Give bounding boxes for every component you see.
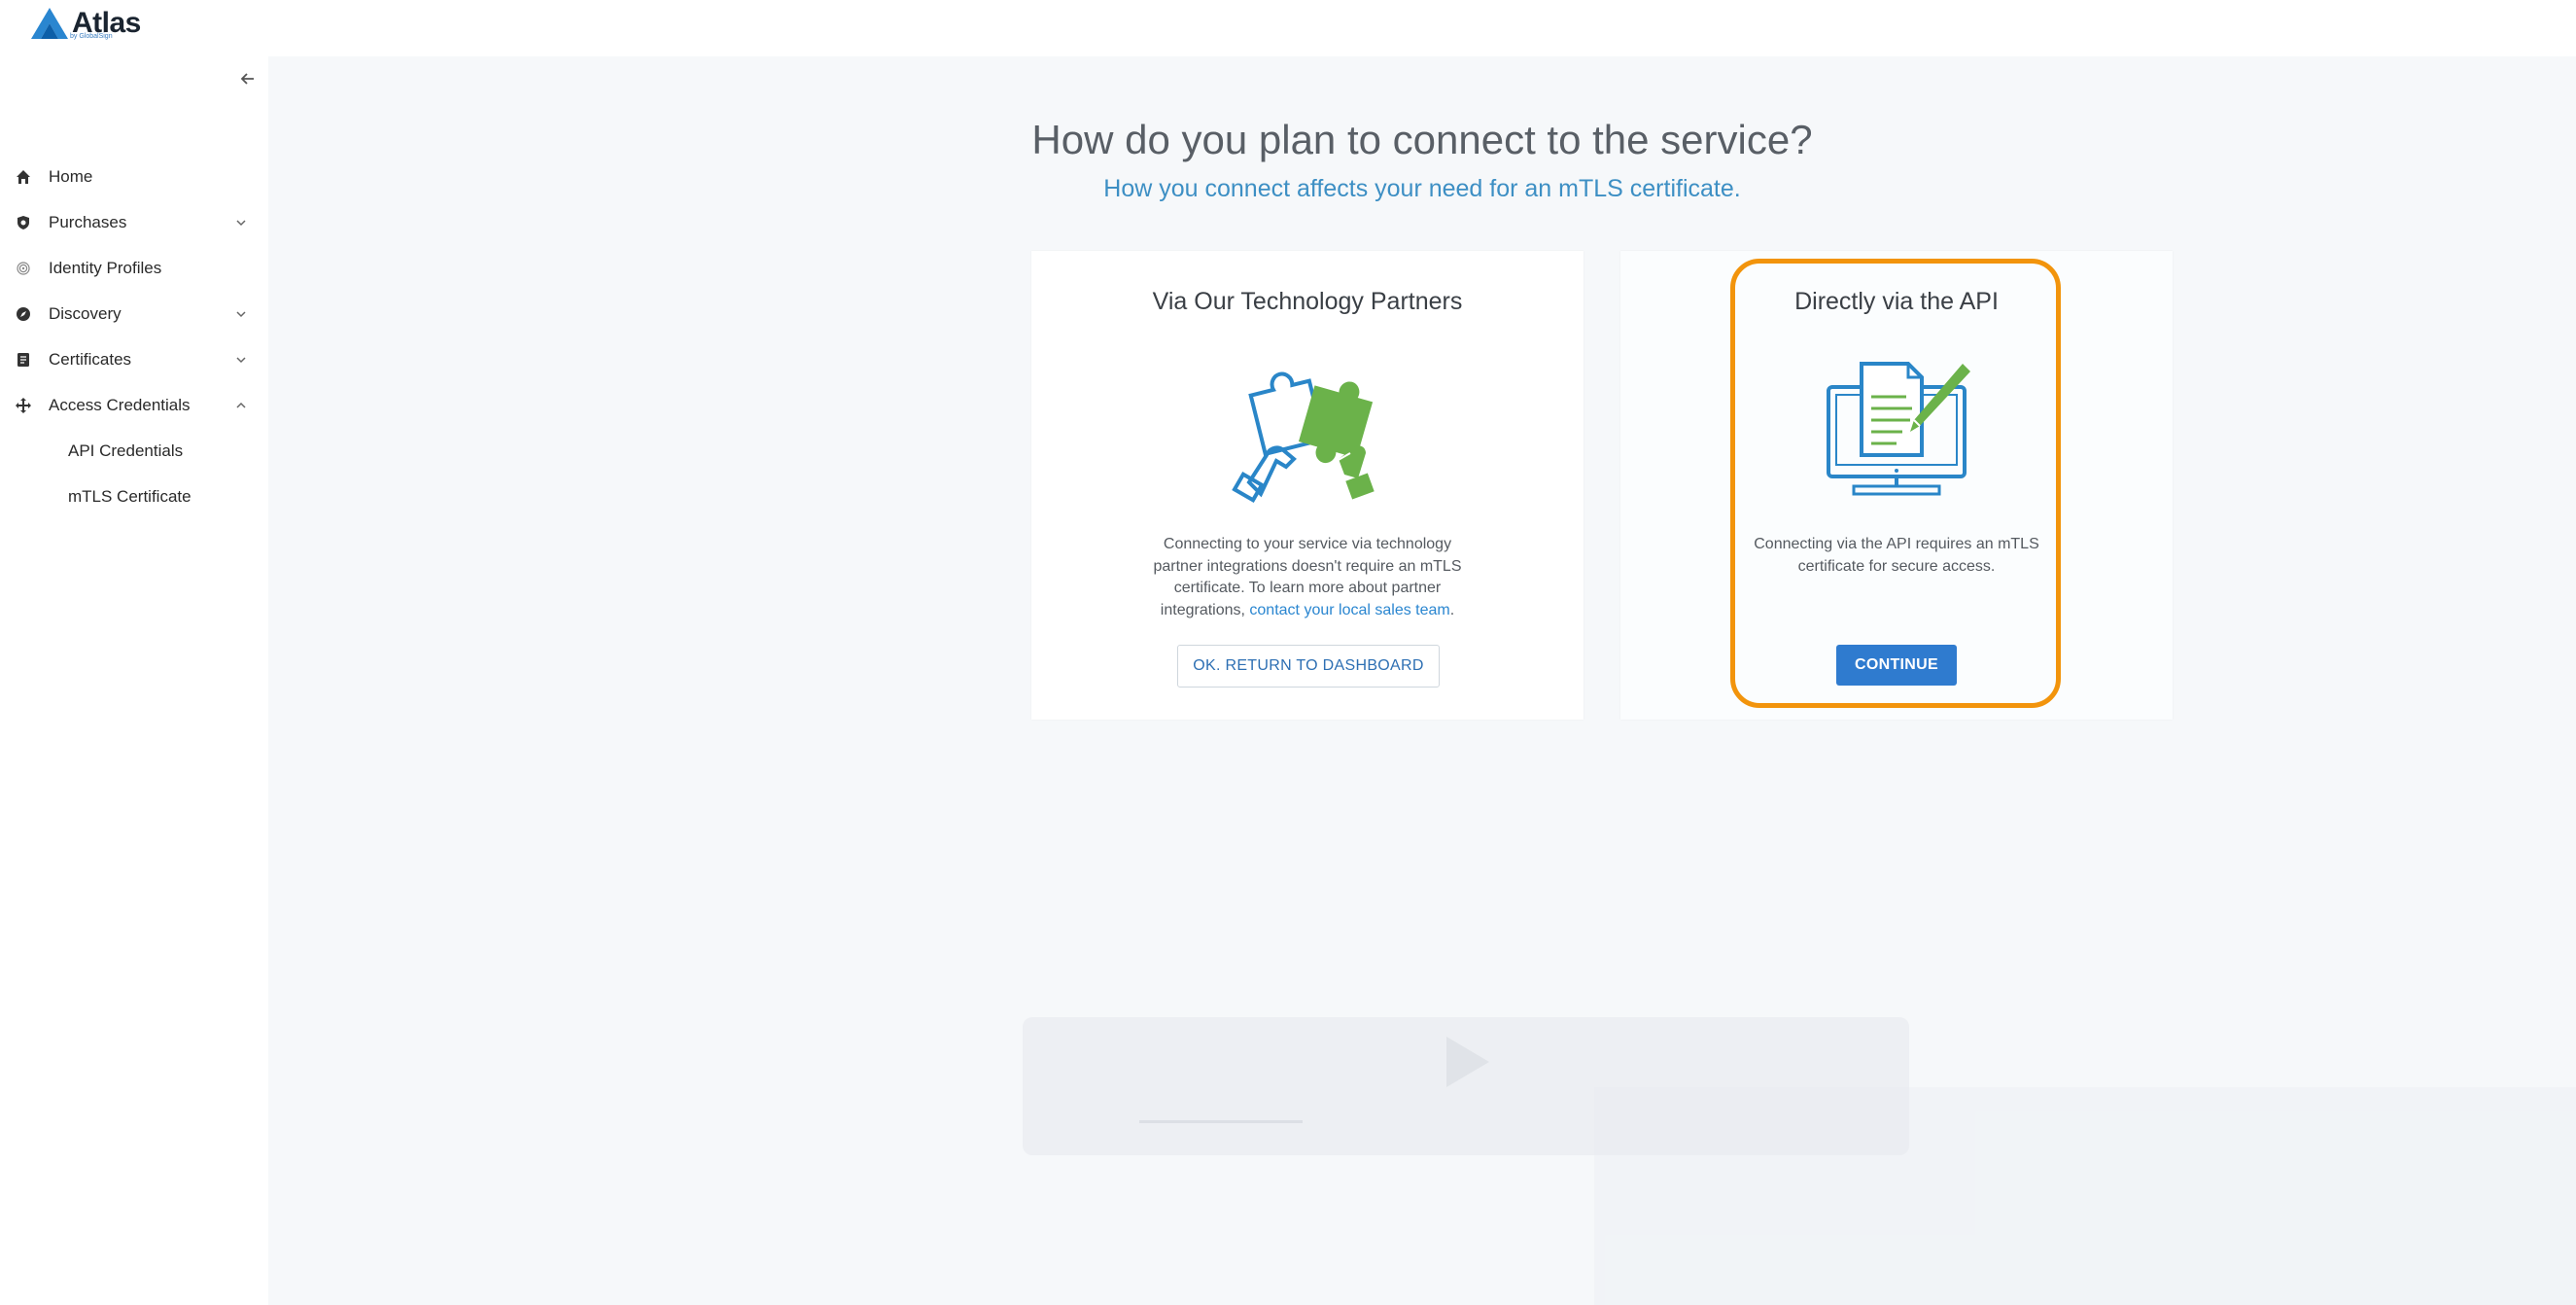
sidebar-subitem-label: API Credentials bbox=[68, 441, 184, 460]
sidebar-item-access-credentials[interactable]: Access Credentials bbox=[0, 382, 268, 428]
puzzle-hands-illustration bbox=[1230, 358, 1385, 504]
main-content: How do you plan to connect to the servic… bbox=[268, 56, 2576, 1305]
chevron-down-icon[interactable] bbox=[233, 306, 249, 322]
page-subtitle: How you connect affects your need for an… bbox=[1103, 175, 1741, 202]
card-description-end: . bbox=[1449, 601, 1455, 618]
sidebar-item-label: Home bbox=[49, 166, 93, 186]
atlas-logo-icon bbox=[31, 8, 68, 39]
monitor-document-pen-illustration bbox=[1819, 358, 1974, 504]
sidebar-item-purchases[interactable]: Purchases bbox=[0, 199, 268, 245]
sidebar-item-label: Access Credentials bbox=[49, 395, 191, 414]
chevron-down-icon[interactable] bbox=[233, 215, 249, 230]
page-title: How do you plan to connect to the servic… bbox=[1031, 117, 1813, 162]
document-icon bbox=[14, 350, 33, 370]
contact-sales-link[interactable]: contact your local sales team bbox=[1249, 602, 1449, 618]
card-title: Directly via the API bbox=[1794, 288, 1999, 315]
sidebar-item-label: Purchases bbox=[49, 212, 127, 231]
home-icon bbox=[14, 167, 33, 187]
sidebar-item-certificates[interactable]: Certificates bbox=[0, 336, 268, 382]
shield-icon bbox=[14, 213, 33, 232]
sidebar: Home Purchases Identity Profiles Discove… bbox=[0, 56, 268, 1305]
video-faded-panel bbox=[1594, 1087, 2576, 1305]
card-description: Connecting to your service via technolog… bbox=[1140, 534, 1475, 621]
arrow-left-icon bbox=[240, 73, 254, 85]
sidebar-subitem-api-credentials[interactable]: API Credentials bbox=[0, 428, 268, 474]
return-to-dashboard-button[interactable]: OK. RETURN TO DASHBOARD bbox=[1177, 645, 1440, 688]
technology-partners-card: Via Our Technology Partners Connecting t… bbox=[1031, 251, 1584, 720]
sidebar-item-label: Identity Profiles bbox=[49, 258, 162, 277]
card-description: Connecting via the API requires an mTLS … bbox=[1754, 536, 2039, 575]
card-title: Via Our Technology Partners bbox=[1152, 288, 1463, 315]
sidebar-item-identity-profiles[interactable]: Identity Profiles bbox=[0, 245, 268, 291]
chevron-up-icon[interactable] bbox=[233, 398, 249, 413]
sidebar-subitem-label: mTLS Certificate bbox=[68, 486, 191, 506]
sidebar-subitem-mtls-certificate[interactable]: mTLS Certificate bbox=[0, 474, 268, 519]
video-progress-track bbox=[1139, 1120, 1303, 1123]
move-arrows-icon bbox=[14, 396, 33, 415]
sidebar-item-home[interactable]: Home bbox=[0, 154, 268, 199]
fingerprint-icon bbox=[14, 259, 33, 278]
api-card: Directly via the API Connecting via the … bbox=[1620, 251, 2173, 720]
sidebar-item-discovery[interactable]: Discovery bbox=[0, 291, 268, 336]
play-icon bbox=[1446, 1037, 1489, 1087]
collapse-sidebar-button[interactable] bbox=[237, 70, 259, 91]
sidebar-nav: Home Purchases Identity Profiles Discove… bbox=[0, 154, 268, 519]
sidebar-item-label: Discovery bbox=[49, 303, 122, 323]
chevron-down-icon[interactable] bbox=[233, 352, 249, 368]
logo-subtext: by GlobalSign bbox=[70, 33, 113, 40]
sidebar-item-label: Certificates bbox=[49, 349, 132, 369]
compass-icon bbox=[14, 304, 33, 324]
continue-button[interactable]: CONTINUE bbox=[1836, 645, 1957, 686]
